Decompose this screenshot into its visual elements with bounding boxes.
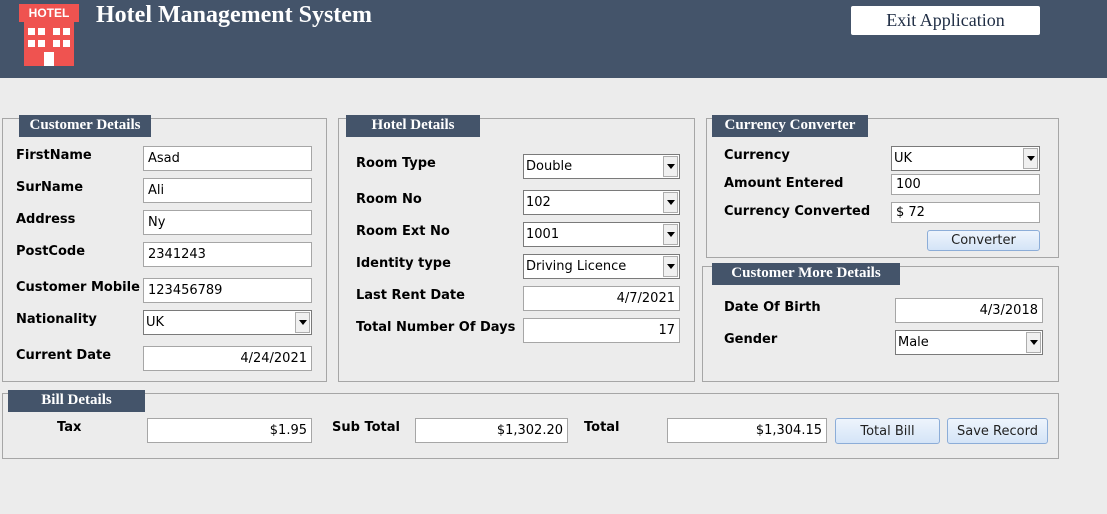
currency-converted-label: Currency Converted [724, 204, 871, 219]
currency-label: Currency [724, 148, 790, 163]
currency-dropdown[interactable]: UK [891, 146, 1040, 171]
last-rent-date-label: Last Rent Date [356, 288, 465, 303]
bill-details-title: Bill Details [8, 390, 145, 412]
identity-type-dropdown-arrow[interactable] [663, 256, 678, 277]
surname-field[interactable]: Ali [143, 178, 312, 203]
chevron-down-icon [1027, 156, 1035, 161]
date-of-birth-label: Date Of Birth [724, 300, 821, 315]
total-bill-button[interactable]: Total Bill [835, 418, 940, 444]
postcode-field[interactable]: 2341243 [143, 242, 312, 267]
chevron-down-icon [299, 320, 307, 325]
total-label: Total [584, 420, 620, 435]
room-ext-no-value: 1001 [526, 227, 560, 242]
exit-application-button[interactable]: Exit Application [851, 6, 1040, 35]
surname-label: SurName [16, 180, 84, 195]
room-ext-no-dropdown-arrow[interactable] [663, 224, 678, 245]
identity-type-value: Driving Licence [526, 259, 627, 274]
sub-total-field[interactable]: $1,302.20 [415, 418, 568, 443]
chevron-down-icon [667, 200, 675, 205]
room-no-label: Room No [356, 192, 422, 207]
currency-dropdown-arrow[interactable] [1023, 148, 1038, 169]
amount-entered-label: Amount Entered [724, 176, 844, 191]
gender-value: Male [898, 335, 929, 350]
date-of-birth-field[interactable]: 4/3/2018 [895, 298, 1043, 323]
total-field[interactable]: $1,304.15 [667, 418, 827, 443]
tax-label: Tax [57, 420, 82, 435]
gender-dropdown[interactable]: Male [895, 330, 1043, 355]
room-type-dropdown[interactable]: Double [523, 154, 680, 179]
chevron-down-icon [667, 232, 675, 237]
room-type-label: Room Type [356, 156, 436, 171]
nationality-dropdown[interactable]: UK [143, 310, 312, 335]
postcode-label: PostCode [16, 244, 86, 259]
chevron-down-icon [667, 264, 675, 269]
chevron-down-icon [1030, 340, 1038, 345]
nationality-value: UK [146, 315, 165, 330]
customer-details-title: Customer Details [19, 115, 151, 137]
room-type-value: Double [526, 159, 573, 174]
room-type-dropdown-arrow[interactable] [663, 156, 678, 177]
identity-type-dropdown[interactable]: Driving Licence [523, 254, 680, 279]
customer-mobile-label: Customer Mobile [16, 280, 140, 295]
current-date-label: Current Date [16, 348, 112, 363]
address-label: Address [16, 212, 76, 227]
identity-type-label: Identity type [356, 256, 451, 271]
currency-converter-title: Currency Converter [712, 115, 868, 137]
customer-mobile-field[interactable]: 123456789 [143, 278, 312, 303]
room-no-dropdown-arrow[interactable] [663, 192, 678, 213]
amount-entered-field[interactable]: 100 [891, 174, 1040, 195]
chevron-down-icon [667, 164, 675, 169]
last-rent-date-field[interactable]: 4/7/2021 [523, 286, 680, 311]
app-header: HOTEL Hotel Management System Exit Appli… [0, 0, 1107, 78]
app-title: Hotel Management System [96, 2, 372, 28]
save-record-button[interactable]: Save Record [947, 418, 1048, 444]
total-days-label: Total Number Of Days [356, 320, 516, 335]
room-ext-no-dropdown[interactable]: 1001 [523, 222, 680, 247]
firstname-label: FirstName [16, 148, 92, 163]
room-ext-no-label: Room Ext No [356, 224, 450, 239]
gender-label: Gender [724, 332, 778, 347]
nationality-label: Nationality [16, 312, 97, 327]
customer-more-details-title: Customer More Details [712, 263, 900, 285]
address-field[interactable]: Ny [143, 210, 312, 235]
sub-total-label: Sub Total [332, 420, 400, 435]
firstname-field[interactable]: Asad [143, 146, 312, 171]
currency-converted-field[interactable]: $ 72 [891, 202, 1040, 223]
converter-button[interactable]: Converter [927, 230, 1040, 251]
logo-text: HOTEL [29, 6, 70, 20]
hotel-logo-icon: HOTEL [19, 4, 79, 66]
room-no-dropdown[interactable]: 102 [523, 190, 680, 215]
nationality-dropdown-arrow[interactable] [295, 312, 310, 333]
tax-field[interactable]: $1.95 [147, 418, 312, 443]
currency-value: UK [894, 151, 913, 166]
total-days-field[interactable]: 17 [523, 318, 680, 343]
current-date-field[interactable]: 4/24/2021 [143, 346, 312, 371]
hotel-details-title: Hotel Details [346, 115, 480, 137]
gender-dropdown-arrow[interactable] [1026, 332, 1041, 353]
room-no-value: 102 [526, 195, 551, 210]
